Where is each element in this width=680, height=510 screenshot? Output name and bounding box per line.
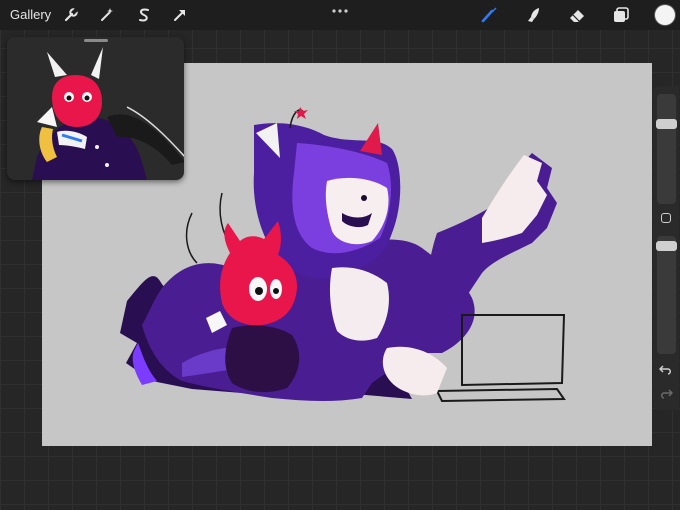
smudge-icon[interactable]	[522, 4, 544, 26]
magic-wand-icon[interactable]	[96, 4, 118, 26]
gallery-button[interactable]: Gallery	[10, 7, 51, 22]
top-toolbar: Gallery	[0, 0, 680, 30]
modify-square-icon[interactable]	[661, 213, 671, 223]
opacity-thumb[interactable]	[656, 241, 677, 251]
brush-size-thumb[interactable]	[656, 119, 677, 129]
layers-icon[interactable]	[610, 4, 632, 26]
eraser-icon[interactable]	[566, 4, 588, 26]
brush-sidebar	[653, 86, 679, 410]
redo-icon[interactable]	[659, 386, 674, 399]
current-color-swatch[interactable]	[655, 5, 675, 25]
brush-size-slider[interactable]	[656, 94, 677, 204]
reference-window[interactable]	[7, 37, 184, 180]
wrench-icon[interactable]	[60, 4, 82, 26]
selection-s-icon[interactable]	[133, 4, 155, 26]
brush-icon[interactable]	[478, 4, 500, 26]
opacity-slider[interactable]	[656, 236, 677, 354]
transform-arrow-icon[interactable]	[169, 4, 191, 26]
reference-artwork	[32, 47, 184, 180]
undo-icon[interactable]	[658, 362, 673, 375]
ellipsis-icon[interactable]	[331, 4, 349, 14]
